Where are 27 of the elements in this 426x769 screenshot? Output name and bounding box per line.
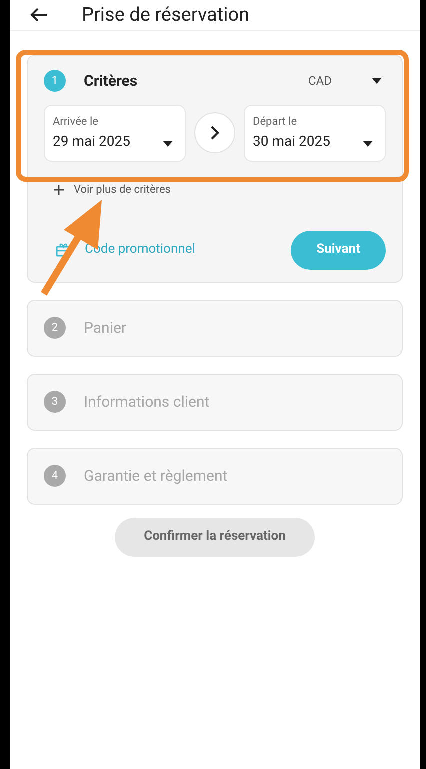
back-arrow-icon[interactable] (30, 8, 48, 22)
page-title: Prise de réservation (82, 3, 250, 27)
date-field[interactable]: Départ le 30 mai 2025 (244, 104, 386, 162)
dropdown-caret-icon (372, 78, 382, 84)
step-number: 3 (44, 391, 66, 413)
more-criteria-link[interactable]: Voir plus de critères (54, 182, 171, 198)
date-field[interactable]: Arrivée le 29 mai 2025 (44, 104, 186, 162)
step-number: 1 (44, 70, 66, 92)
step-number: 2 (44, 317, 66, 339)
plus-icon (54, 185, 64, 196)
currency-select[interactable]: CAD (308, 72, 386, 90)
step-card[interactable]: 2 Panier (27, 300, 403, 356)
step-card[interactable]: 3 Informations client (27, 374, 403, 430)
dropdown-caret-icon (163, 141, 173, 147)
field-value: 30 mai 2025 (253, 133, 330, 152)
dropdown-caret-icon (363, 141, 373, 147)
field-value: 29 mai 2025 (53, 133, 130, 152)
step-title: Informations client (84, 392, 210, 413)
step-title: Garantie et règlement (84, 466, 228, 487)
step-number: 4 (44, 465, 66, 487)
field-label: Départ le (253, 114, 298, 130)
field-label: Arrivée le (53, 114, 100, 130)
step-card[interactable]: 4 Garantie et règlement (27, 448, 403, 504)
chevron-right-button[interactable] (194, 112, 236, 154)
step-title: Critères (84, 71, 138, 92)
gift-icon (56, 243, 71, 257)
step-title: Panier (84, 318, 127, 339)
